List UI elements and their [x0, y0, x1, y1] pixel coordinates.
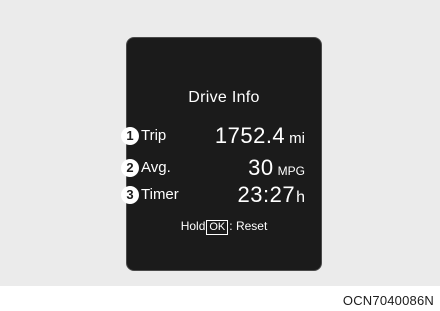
ok-key-icon: OK — [206, 220, 229, 235]
reset-action-text: : Reset — [229, 219, 268, 233]
average-row: 2 Avg. 30 MPG — [121, 155, 323, 182]
callout-3-badge: 3 — [121, 186, 139, 204]
cluster-display: Drive Info 1 Trip 1752.4 mi 2 Avg. 30 MPG … — [121, 37, 323, 271]
figure-code: OCN7040086N — [342, 293, 434, 308]
average-value-group: 30 MPG — [248, 155, 305, 181]
reset-hold-text: Hold — [180, 219, 206, 233]
trip-label: Trip — [141, 127, 167, 144]
display-title: Drive Info — [188, 89, 260, 106]
timer-row: 3 Timer 23:27h — [121, 182, 323, 209]
average-value: 30 — [248, 155, 274, 180]
trip-value-group: 1752.4 mi — [215, 123, 305, 149]
average-label: Avg. — [141, 159, 171, 176]
callout-1-badge: 1 — [121, 127, 139, 145]
trip-unit: mi — [289, 130, 305, 147]
timer-label: Timer — [141, 186, 179, 203]
reset-instruction: Hold OK: Reset — [127, 219, 321, 235]
callout-2-badge: 2 — [121, 159, 139, 177]
average-unit: MPG — [277, 164, 305, 178]
trip-row: 1 Trip 1752.4 mi — [121, 123, 323, 150]
timer-value-group: 23:27h — [238, 182, 305, 208]
trip-value: 1752.4 — [214, 123, 286, 148]
timer-value: 23:27 — [237, 182, 296, 207]
timer-unit: h — [296, 189, 305, 206]
